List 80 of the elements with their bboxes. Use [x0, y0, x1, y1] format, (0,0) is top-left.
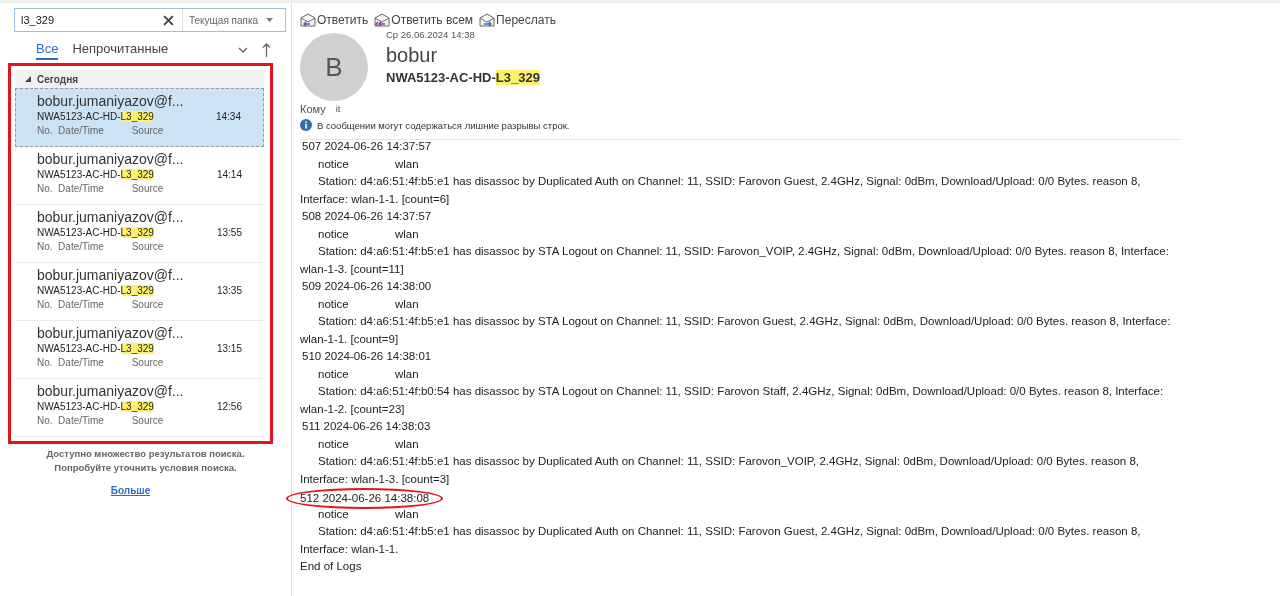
preview-text: No. Date/Time Source — [37, 299, 165, 310]
sender-name: bobur.jumaniyazov@f... — [37, 383, 185, 399]
preview-text: No. Date/Time Source — [37, 125, 165, 136]
subject-text: NWA5123-AC-HD-L3_329 — [37, 285, 154, 296]
log-level: notice — [318, 156, 350, 172]
toolbar-button[interactable]: Переслать — [479, 13, 556, 27]
message-date: Ср 26.06.2024 14:38 — [386, 29, 476, 40]
log-source: wlan — [395, 506, 419, 522]
log-message: Station: d4:a6:51:4f:b0:54 has disassoc by STA Logout on Channel: 11, SSID: Farovon Staff, 2.4GHz, Signal: 0dBm, Download/Upload: 0/0 Bytes. reason 8, Interface: wlan-1-2. [count=23] — [300, 384, 1165, 417]
toolbar-button[interactable]: Ответить — [300, 13, 369, 27]
chevron-down-icon[interactable] — [238, 46, 248, 54]
subject-text: NWA5123-AC-HD-L3_329 — [37, 111, 154, 122]
to-label: Кому — [300, 103, 326, 115]
log-source: wlan — [395, 156, 419, 172]
more-link[interactable]: Больше — [110, 485, 151, 496]
time-text: 12:56 — [216, 401, 242, 412]
message-item[interactable]: bobur.jumaniyazov@f... NWA5123-AC-HD-L3_329 14:14 No. Date/Time Source — [15, 147, 264, 205]
time-text: 13:15 — [216, 343, 242, 354]
clear-icon[interactable] — [163, 14, 174, 26]
sender-name: bobur.jumaniyazov@f... — [37, 93, 185, 109]
envelope-arrow-icon — [374, 13, 391, 27]
preview-text: No. Date/Time Source — [37, 241, 165, 252]
subject-text: NWA5123-AC-HD-L3_329 — [37, 169, 154, 180]
log-source: wlan — [395, 296, 419, 312]
search-box[interactable]: l3_329 Текущая папка — [14, 8, 286, 32]
preview-text: No. Date/Time Source — [37, 415, 165, 426]
sender-name: bobur.jumaniyazov@f... — [37, 209, 185, 225]
message-item[interactable]: bobur.jumaniyazov@f... NWA5123-AC-HD-L3_329 14:34 No. Date/Time Source — [15, 88, 264, 147]
message-item[interactable]: bobur.jumaniyazov@f... NWA5123-AC-HD-L3_329 12:56 No. Date/Time Source — [15, 379, 264, 437]
log-entry-header: 508 2024-06-26 14:37:57 — [301, 209, 433, 224]
time-text: 13:55 — [216, 227, 242, 238]
arrow-up-icon[interactable] — [262, 43, 271, 57]
search-note: Доступно множество результатов поиска. Попробуйте уточнить условия поиска. — [45, 447, 246, 475]
time-text: 14:14 — [216, 169, 242, 180]
time-text: 13:35 — [216, 285, 242, 296]
filter-tab[interactable]: Непрочитанные — [72, 40, 169, 60]
log-message: Station: d4:a6:51:4f:b5:e1 has disassoc by Duplicated Auth on Channel: 11, SSID: Farovon_VOIP, 2.4GHz, Signal: 0dBm, Download/Upload: 0/0 Bytes. reason 8, Interface: wlan-1-3. [count=3] — [300, 454, 1141, 487]
subject-text: NWA5123-AC-HD-L3_329 — [37, 343, 154, 354]
message-item[interactable]: bobur.jumaniyazov@f... NWA5123-AC-HD-L3_329 13:35 No. Date/Time Source — [15, 263, 264, 321]
scope-dropdown[interactable]: Текущая папка — [182, 9, 280, 31]
toolbar-button[interactable]: Ответить всем — [374, 13, 474, 27]
log-level: notice — [318, 506, 350, 522]
log-message: Station: d4:a6:51:4f:b5:e1 has disassoc by Duplicated Auth on Channel: 11, SSID: Farovon Guest, 2.4GHz, Signal: 0dBm, Download/Upload: 0/0 Bytes. reason 8, Interface: wlan-1-1. [count=6] — [300, 174, 1142, 207]
caret-icon — [266, 18, 274, 22]
log-source: wlan — [395, 226, 419, 242]
log-level: notice — [318, 436, 350, 452]
avatar-circle: B — [300, 33, 368, 101]
log-source: wlan — [395, 436, 419, 452]
subject-text: NWA5123-AC-HD-L3_329 — [37, 227, 154, 238]
preview-text: No. Date/Time Source — [37, 183, 165, 194]
log-entry-header: 511 2024-06-26 14:38:03 — [301, 419, 432, 434]
group-header[interactable]: Сегодня — [15, 70, 264, 88]
sender-name: bobur.jumaniyazov@f... — [37, 151, 185, 167]
filter-tab[interactable]: Все — [36, 40, 59, 60]
log-level: notice — [318, 296, 350, 312]
log-entry-header: 509 2024-06-26 14:38:00 — [301, 279, 433, 294]
envelope-arrow-icon — [479, 13, 496, 27]
log-entry-header: 510 2024-06-26 14:38:01 — [301, 349, 433, 364]
log-source: wlan — [395, 366, 419, 382]
log-message: Station: d4:a6:51:4f:b5:e1 has disassoc by Duplicated Auth on Channel: 11, SSID: Farovon Guest, 2.4GHz, Signal: 0dBm, Download/Upload: 0/0 Bytes. reason 8, Interface: wlan-1-1. — [300, 524, 1142, 557]
log-message: Station: d4:a6:51:4f:b5:e1 has disassoc by STA Logout on Channel: 11, SSID: Farovon_VOIP, 2.4GHz, Signal: 0dBm, Download/Upload: 0/0 Bytes. reason 8, Interface: wlan-1-3. [count=11] — [300, 244, 1170, 277]
log-footer: End of Logs — [300, 558, 1180, 576]
recipient-text: it — [335, 103, 341, 115]
subject-text: NWA5123-AC-HD-L3_329 — [37, 401, 154, 412]
info-text: В сообщении могут содержаться лишние разрывы строк. — [317, 119, 570, 131]
log-message: Station: d4:a6:51:4f:b5:e1 has disassoc by STA Logout on Channel: 11, SSID: Farovon Guest, 2.4GHz, Signal: 0dBm, Download/Upload: 0/0 Bytes. reason 8, Interface: wlan-1-1. [count=9] — [300, 314, 1172, 347]
message-item[interactable]: bobur.jumaniyazov@f... NWA5123-AC-HD-L3_329 13:15 No. Date/Time Source — [15, 321, 264, 379]
sender-name: bobur.jumaniyazov@f... — [37, 267, 185, 283]
message-item[interactable]: bobur.jumaniyazov@f... NWA5123-AC-HD-L3_329 13:55 No. Date/Time Source — [15, 205, 264, 263]
preview-text: No. Date/Time Source — [37, 357, 165, 368]
sender-name: bobur — [386, 44, 439, 67]
log-level: notice — [318, 366, 350, 382]
collapse-icon — [25, 76, 31, 82]
time-text: 14:34 — [215, 111, 241, 122]
envelope-arrow-icon — [300, 13, 316, 27]
info-icon — [300, 119, 312, 131]
log-entry-header: 512 2024-06-26 14:38:08 — [286, 488, 444, 509]
log-entry-header: 507 2024-06-26 14:37:57 — [301, 139, 433, 154]
log-level: notice — [318, 226, 350, 242]
sender-name: bobur.jumaniyazov@f... — [37, 325, 185, 341]
